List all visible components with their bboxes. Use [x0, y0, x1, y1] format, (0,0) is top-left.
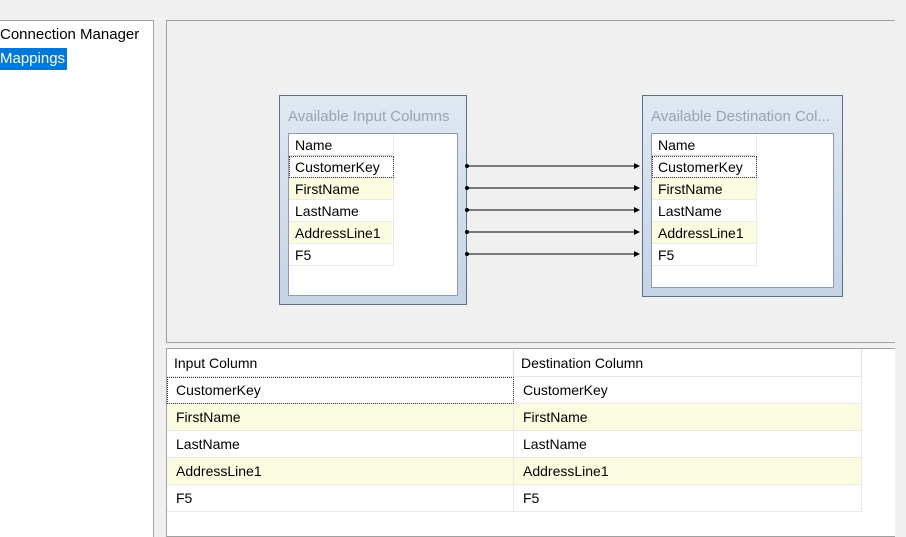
destination-box-title: Available Destination Col... — [651, 108, 830, 125]
table-row[interactable]: F5 F5 — [167, 485, 862, 512]
input-column-item[interactable]: CustomerKey — [289, 156, 394, 178]
destination-column-item[interactable]: F5 — [652, 244, 757, 266]
destination-column-cell[interactable]: F5 — [514, 485, 862, 512]
input-column-cell[interactable]: LastName — [167, 431, 514, 458]
mapping-line[interactable] — [465, 163, 640, 169]
input-column-item[interactable]: FirstName — [289, 178, 394, 200]
destination-column-header[interactable]: Destination Column — [514, 349, 862, 377]
available-destination-columns-box[interactable]: Available Destination Col... Name Custom… — [642, 95, 843, 297]
table-row[interactable]: CustomerKey CustomerKey — [167, 377, 862, 404]
mapping-line[interactable] — [465, 251, 640, 257]
destination-column-item[interactable]: FirstName — [652, 178, 757, 200]
page-navigation: Connection Manager Mappings — [0, 20, 154, 537]
mapping-line[interactable] — [465, 207, 640, 213]
input-column-item[interactable]: LastName — [289, 200, 394, 222]
destination-column-item[interactable]: LastName — [652, 200, 757, 222]
destination-columns-list: Name CustomerKey FirstName LastName Addr… — [651, 133, 834, 288]
nav-item-connection-manager[interactable]: Connection Manager — [0, 24, 139, 46]
input-column-item[interactable]: F5 — [289, 244, 394, 266]
input-column-cell[interactable]: F5 — [167, 485, 514, 512]
destination-column-cell[interactable]: FirstName — [514, 404, 862, 431]
destination-list-header: Name — [652, 134, 757, 156]
table-row[interactable]: AddressLine1 AddressLine1 — [167, 458, 862, 485]
mappings-grid: Input Column Destination Column Customer… — [166, 348, 895, 537]
destination-column-item[interactable]: AddressLine1 — [652, 222, 757, 244]
input-columns-list: Name CustomerKey FirstName LastName Addr… — [288, 133, 458, 296]
destination-column-cell[interactable]: CustomerKey — [514, 377, 862, 404]
mapping-line[interactable] — [465, 229, 640, 235]
table-row[interactable]: FirstName FirstName — [167, 404, 862, 431]
destination-column-cell[interactable]: LastName — [514, 431, 862, 458]
input-column-cell[interactable]: AddressLine1 — [167, 458, 514, 485]
input-column-header[interactable]: Input Column — [167, 349, 514, 377]
available-input-columns-box[interactable]: Available Input Columns Name CustomerKey… — [279, 95, 467, 305]
destination-column-item[interactable]: CustomerKey — [652, 156, 757, 178]
destination-column-cell[interactable]: AddressLine1 — [514, 458, 862, 485]
input-box-title: Available Input Columns — [288, 108, 450, 125]
mapping-diagram: Available Input Columns Name CustomerKey… — [166, 20, 895, 343]
nav-item-mappings[interactable]: Mappings — [0, 48, 68, 70]
input-column-cell[interactable]: CustomerKey — [167, 377, 514, 404]
mapping-line[interactable] — [465, 185, 640, 191]
input-column-cell[interactable]: FirstName — [167, 404, 514, 431]
input-column-item[interactable]: AddressLine1 — [289, 222, 394, 244]
table-row[interactable]: LastName LastName — [167, 431, 862, 458]
input-list-header: Name — [289, 134, 394, 156]
